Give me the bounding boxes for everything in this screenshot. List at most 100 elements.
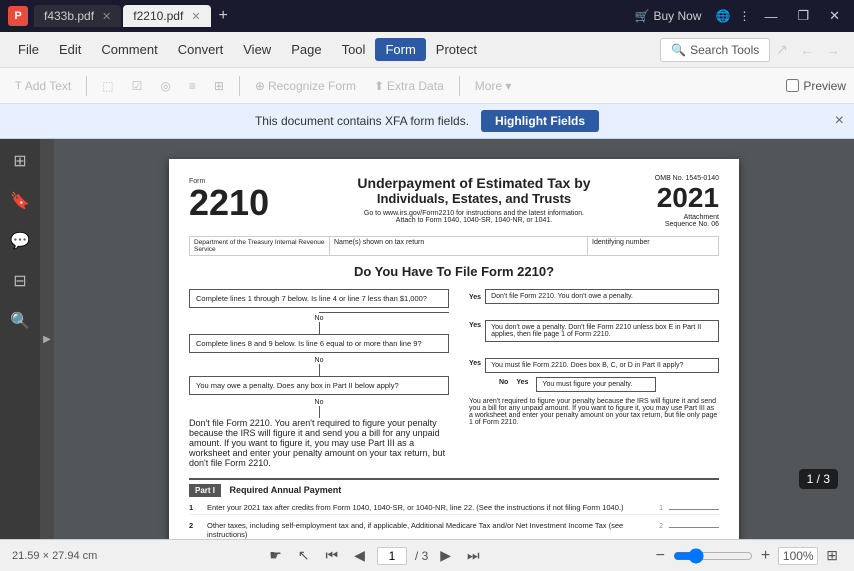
list-button[interactable]: ≡ bbox=[182, 76, 203, 96]
recognize-icon: ⊕ bbox=[255, 79, 265, 93]
globe-icon: 🌐 bbox=[715, 9, 730, 23]
first-page-button[interactable]: ⏮ bbox=[322, 545, 343, 566]
menu-protect[interactable]: Protect bbox=[426, 38, 487, 61]
tab-f433b[interactable]: f433b.pdf ✕ bbox=[34, 5, 121, 27]
fc-answer-2: You don't owe a penalty. Don't file Form… bbox=[485, 320, 719, 342]
close-tab-2[interactable]: ✕ bbox=[191, 10, 200, 23]
omb-label: OMB No. 1545-0140 bbox=[619, 175, 719, 182]
part1-title: Required Annual Payment bbox=[230, 485, 342, 495]
page-total: / 3 bbox=[415, 549, 428, 563]
zoom-in-button[interactable]: + bbox=[757, 547, 774, 565]
menu-bar: File Edit Comment Convert View Page Tool… bbox=[0, 32, 854, 68]
flowchart-title: Do You Have To File Form 2210? bbox=[189, 264, 719, 279]
cart-icon: 🛒 bbox=[635, 9, 650, 23]
minimize-button[interactable]: — bbox=[758, 7, 783, 26]
main-area: ⊞ 🔖 💬 ⊟ 🔍 ▶ Form 2210 Underpayment of Es… bbox=[0, 139, 854, 539]
menu-tool[interactable]: Tool bbox=[332, 38, 376, 61]
menu-form[interactable]: Form bbox=[375, 38, 425, 61]
checkbox-button[interactable]: ☑ bbox=[125, 76, 150, 96]
bottom-bar: 21.59 × 27.94 cm ☛ ↖ ⏮ ◀ / 3 ▶ ⏭ − + ⊞ bbox=[0, 539, 854, 571]
menu-convert[interactable]: Convert bbox=[168, 38, 234, 61]
search-icon: 🔍 bbox=[671, 43, 686, 57]
left-panel: ⊞ 🔖 💬 ⊟ 🔍 bbox=[0, 139, 40, 539]
menu-comment[interactable]: Comment bbox=[91, 38, 167, 61]
fc-question-1: Complete lines 1 through 7 below. Is lin… bbox=[189, 289, 449, 308]
more-button[interactable]: More ▾ bbox=[468, 76, 519, 96]
part1-label: Part I bbox=[189, 484, 221, 497]
select-button[interactable]: ⬚ bbox=[95, 76, 120, 96]
fc-no-1: No bbox=[189, 315, 449, 322]
data-icon: ⬆ bbox=[374, 79, 384, 93]
comment-icon[interactable]: 💬 bbox=[6, 227, 34, 255]
part1-row-1: 1 Enter your 2021 tax after credits from… bbox=[189, 501, 719, 515]
form-year: 2021 bbox=[619, 182, 719, 214]
fc-answer-3: You must file Form 2210. Does box B, C, … bbox=[485, 358, 719, 373]
tab-f2210[interactable]: f2210.pdf ✕ bbox=[123, 5, 210, 27]
forward-button[interactable]: → bbox=[820, 40, 846, 60]
toolbar-separator-2 bbox=[239, 76, 240, 96]
bookmark-icon[interactable]: 🔖 bbox=[6, 187, 34, 215]
zoom-bar: − + ⊞ bbox=[652, 545, 842, 566]
fc-must-figure: You must figure your penalty. bbox=[536, 377, 656, 392]
zoom-slider[interactable] bbox=[673, 548, 753, 564]
name-label: Name(s) shown on tax return bbox=[330, 237, 588, 255]
menu-page[interactable]: Page bbox=[281, 38, 331, 61]
hand-tool-button[interactable]: ☛ bbox=[265, 545, 286, 566]
app-icon: P bbox=[8, 6, 28, 26]
buy-now-button[interactable]: 🛒 Buy Now bbox=[629, 7, 708, 25]
search-tools-button[interactable]: 🔍 Search Tools bbox=[660, 38, 770, 62]
cursor-icon[interactable]: ⊞ bbox=[9, 147, 30, 175]
extra-data-button[interactable]: ⬆ Extra Data bbox=[367, 76, 451, 96]
search-left-icon[interactable]: 🔍 bbox=[6, 307, 34, 335]
fc-dont-file-2: You aren't required to figure your penal… bbox=[469, 398, 719, 426]
flowchart: Complete lines 1 through 7 below. Is lin… bbox=[189, 289, 719, 468]
recognize-form-button[interactable]: ⊕ Recognize Form bbox=[248, 76, 363, 96]
new-tab-button[interactable]: + bbox=[213, 7, 234, 25]
fc-yes-inner: Yes bbox=[516, 379, 528, 386]
menu-icon: ⋮ bbox=[738, 9, 750, 23]
toolbar-separator-1 bbox=[86, 76, 87, 96]
sequence-label: Sequence No. 06 bbox=[619, 221, 719, 228]
fc-yes-2: Yes bbox=[469, 322, 481, 329]
form-title-sub: Individuals, Estates, and Trusts bbox=[339, 191, 609, 206]
highlight-fields-button[interactable]: Highlight Fields bbox=[481, 110, 599, 132]
last-page-button[interactable]: ⏭ bbox=[463, 545, 484, 566]
form-number: 2210 bbox=[189, 185, 329, 221]
xfa-banner: This document contains XFA form fields. … bbox=[0, 104, 854, 139]
preview-checkbox[interactable] bbox=[786, 79, 799, 92]
id-label: Identifying number bbox=[588, 237, 718, 255]
layers-icon[interactable]: ⊟ bbox=[9, 267, 30, 295]
page-dimensions: 21.59 × 27.94 cm bbox=[12, 550, 97, 562]
window-close-button[interactable]: ✕ bbox=[823, 6, 846, 26]
part1-row-2: 2 Other taxes, including self-employment… bbox=[189, 519, 719, 539]
fc-yes-3: Yes bbox=[469, 360, 481, 367]
next-page-button[interactable]: ▶ bbox=[436, 545, 455, 566]
page-number-input[interactable] bbox=[377, 547, 407, 565]
xfa-close-button[interactable]: × bbox=[835, 112, 844, 130]
fc-answer-1: Don't file Form 2210. You don't owe a pe… bbox=[485, 289, 719, 304]
fc-yes-1: Yes bbox=[469, 294, 481, 301]
dept-label: Department of the Treasury Internal Reve… bbox=[190, 237, 330, 255]
fc-no-2: No bbox=[189, 357, 449, 364]
restore-button[interactable]: ❐ bbox=[791, 6, 815, 26]
add-text-button[interactable]: T Add Text bbox=[8, 76, 78, 96]
zoom-percent-input[interactable] bbox=[778, 547, 818, 565]
panel-collapse[interactable]: ▶ bbox=[40, 139, 54, 539]
attachment-label: Attachment bbox=[619, 214, 719, 221]
fit-page-button[interactable]: ⊞ bbox=[822, 545, 842, 566]
radio-button[interactable]: ◎ bbox=[153, 76, 177, 96]
prev-page-button[interactable]: ◀ bbox=[350, 545, 369, 566]
back-button[interactable]: ← bbox=[794, 40, 820, 60]
grid-button[interactable]: ⊞ bbox=[207, 76, 231, 96]
menu-file[interactable]: File bbox=[8, 38, 49, 61]
external-link-button[interactable]: ↗ bbox=[770, 39, 794, 60]
title-bar: P f433b.pdf ✕ f2210.pdf ✕ + 🛒 Buy Now 🌐 … bbox=[0, 0, 854, 32]
zoom-out-button[interactable]: − bbox=[652, 547, 669, 565]
menu-edit[interactable]: Edit bbox=[49, 38, 91, 61]
form-instructions: Go to www.irs.gov/Form2210 for instructi… bbox=[339, 210, 609, 224]
select-tool-button[interactable]: ↖ bbox=[294, 545, 314, 566]
text-icon: T bbox=[15, 80, 22, 92]
close-tab-1[interactable]: ✕ bbox=[102, 10, 111, 23]
toolbar: T Add Text ⬚ ☑ ◎ ≡ ⊞ ⊕ Recognize Form ⬆ … bbox=[0, 68, 854, 104]
menu-view[interactable]: View bbox=[233, 38, 281, 61]
